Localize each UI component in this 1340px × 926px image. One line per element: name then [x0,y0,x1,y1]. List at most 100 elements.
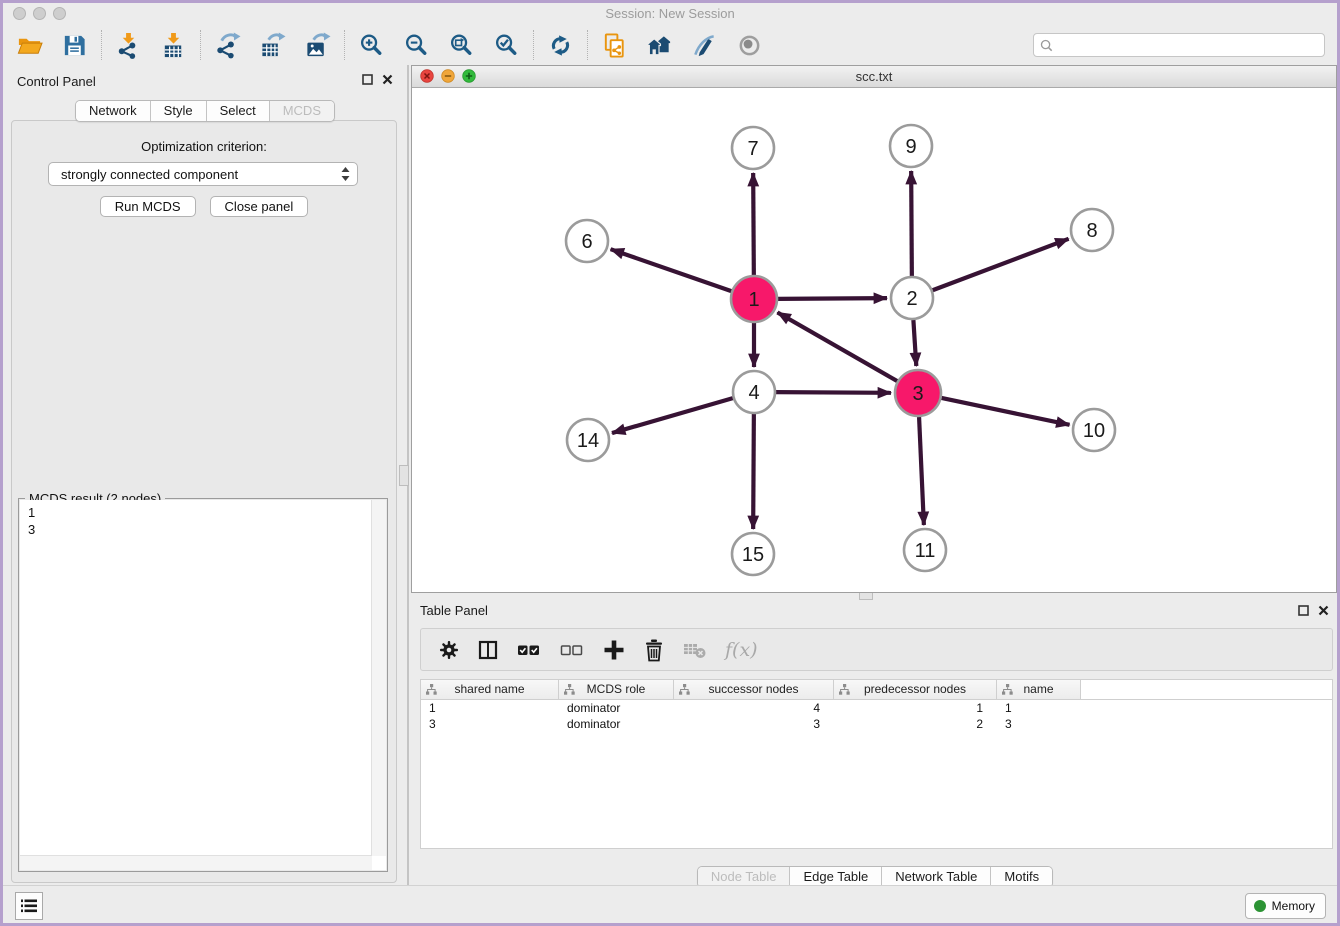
search-input[interactable] [1053,37,1324,53]
tab-network[interactable]: Network [76,101,151,121]
toggle-columns-icon[interactable] [477,639,499,661]
graph-edge-4-15[interactable] [753,414,754,529]
column-header-name[interactable]: name [997,680,1081,699]
graph-edge-3-1[interactable] [777,312,897,381]
column-sort-icon[interactable] [1002,684,1013,695]
network-zoom-icon[interactable] [462,69,476,83]
graph-edge-4-3[interactable] [776,392,891,393]
table-cell[interactable]: 2 [834,716,997,732]
graph-node-8[interactable]: 8 [1071,209,1113,251]
close-table-panel-icon[interactable] [1318,605,1329,616]
column-header-shared-name[interactable]: shared name [421,680,559,699]
result-vertical-scrollbar[interactable] [371,500,386,856]
table-cell[interactable]: 3 [997,716,1081,732]
refresh-icon[interactable] [547,32,574,59]
zoom-out-icon[interactable] [403,32,430,59]
table-cell[interactable]: 3 [421,716,559,732]
network-close-icon[interactable] [420,69,434,83]
tab-mcds[interactable]: MCDS [270,101,334,121]
graph-edge-2-9[interactable] [911,171,912,276]
close-panel-icon[interactable] [382,74,393,85]
graph-node-1[interactable]: 1 [731,276,777,322]
export-image-icon[interactable] [304,32,331,59]
import-network-icon[interactable] [115,32,142,59]
table-cell[interactable]: 3 [674,716,834,732]
graph-node-11[interactable]: 11 [904,529,946,571]
close-window-button[interactable] [13,7,26,20]
column-sort-icon[interactable] [839,684,850,695]
graph-edge-1-7[interactable] [753,173,754,275]
graph-node-4[interactable]: 4 [733,371,775,413]
graph-node-9[interactable]: 9 [890,125,932,167]
graph-edge-3-11[interactable] [919,417,924,525]
first-neighbors-icon[interactable] [646,32,673,59]
export-table-icon[interactable] [259,32,286,59]
tab-motifs[interactable]: Motifs [991,867,1052,887]
network-window-titlebar[interactable]: scc.txt [412,66,1336,88]
graph-node-10[interactable]: 10 [1073,409,1115,451]
hide-graphics-details-icon[interactable] [691,32,718,59]
panel-splitter-handle[interactable] [399,465,409,486]
graph-edge-1-6[interactable] [611,249,732,291]
column-sort-icon[interactable] [426,684,437,695]
graph-edge-2-8[interactable] [933,239,1069,290]
column-sort-icon[interactable] [679,684,690,695]
tab-edge-table[interactable]: Edge Table [790,867,882,887]
zoom-in-icon[interactable] [358,32,385,59]
tab-select[interactable]: Select [207,101,270,121]
graph-node-7[interactable]: 7 [732,127,774,169]
unselect-all-columns-icon[interactable] [559,639,585,661]
copy-network-icon[interactable] [601,32,628,59]
column-sort-icon[interactable] [564,684,575,695]
graph-node-15[interactable]: 15 [732,533,774,575]
column-header-MCDS-role[interactable]: MCDS role [559,680,674,699]
tab-node-table[interactable]: Node Table [698,867,791,887]
float-table-panel-icon[interactable] [1298,605,1309,616]
table-cell[interactable]: 1 [421,700,559,716]
add-row-icon[interactable] [602,638,626,662]
column-header-successor-nodes[interactable]: successor nodes [674,680,834,699]
table-settings-icon[interactable] [438,639,460,661]
result-horizontal-scrollbar[interactable] [20,855,372,870]
birds-eye-view-icon[interactable] [736,32,763,59]
mcds-result-textarea[interactable]: 1 3 [20,500,386,870]
select-all-columns-icon[interactable] [516,639,542,661]
import-table-icon[interactable] [160,32,187,59]
table-cell[interactable]: dominator [559,700,674,716]
table-row[interactable]: 3dominator323 [421,716,1332,732]
minimize-window-button[interactable] [33,7,46,20]
graph-edge-2-3[interactable] [913,320,916,366]
close-panel-button[interactable]: Close panel [210,196,309,217]
task-history-button[interactable] [15,892,43,920]
graph-edge-3-10[interactable] [941,398,1069,425]
table-cell[interactable]: 4 [674,700,834,716]
network-minimize-icon[interactable] [441,69,455,83]
tab-style[interactable]: Style [151,101,207,121]
graph-node-2[interactable]: 2 [891,277,933,319]
network-canvas[interactable]: 7 9 6 8 1 2 4 3 14 10 15 11 [412,88,1336,592]
float-panel-icon[interactable] [362,74,373,85]
graph-node-3[interactable]: 3 [895,370,941,416]
zoom-window-button[interactable] [53,7,66,20]
memory-button[interactable]: Memory [1245,893,1326,919]
zoom-fit-icon[interactable] [448,32,475,59]
run-mcds-button[interactable]: Run MCDS [100,196,196,217]
graph-node-14[interactable]: 14 [567,419,609,461]
graph-node-6[interactable]: 6 [566,220,608,262]
table-cell[interactable]: dominator [559,716,674,732]
graph-edge-1-2[interactable] [778,298,887,299]
open-session-icon[interactable] [16,32,43,59]
search-field[interactable] [1033,33,1325,57]
svg-text:8: 8 [1086,220,1097,242]
table-cell[interactable]: 1 [834,700,997,716]
zoom-selected-icon[interactable] [493,32,520,59]
table-row[interactable]: 1dominator411 [421,700,1332,716]
tab-network-table[interactable]: Network Table [882,867,991,887]
column-header-predecessor-nodes[interactable]: predecessor nodes [834,680,997,699]
table-cell[interactable]: 1 [997,700,1081,716]
export-network-icon[interactable] [214,32,241,59]
delete-row-icon[interactable] [643,638,665,662]
graph-edge-4-14[interactable] [612,398,733,433]
save-session-icon[interactable] [61,32,88,59]
criterion-select[interactable]: strongly connected component [48,162,358,186]
